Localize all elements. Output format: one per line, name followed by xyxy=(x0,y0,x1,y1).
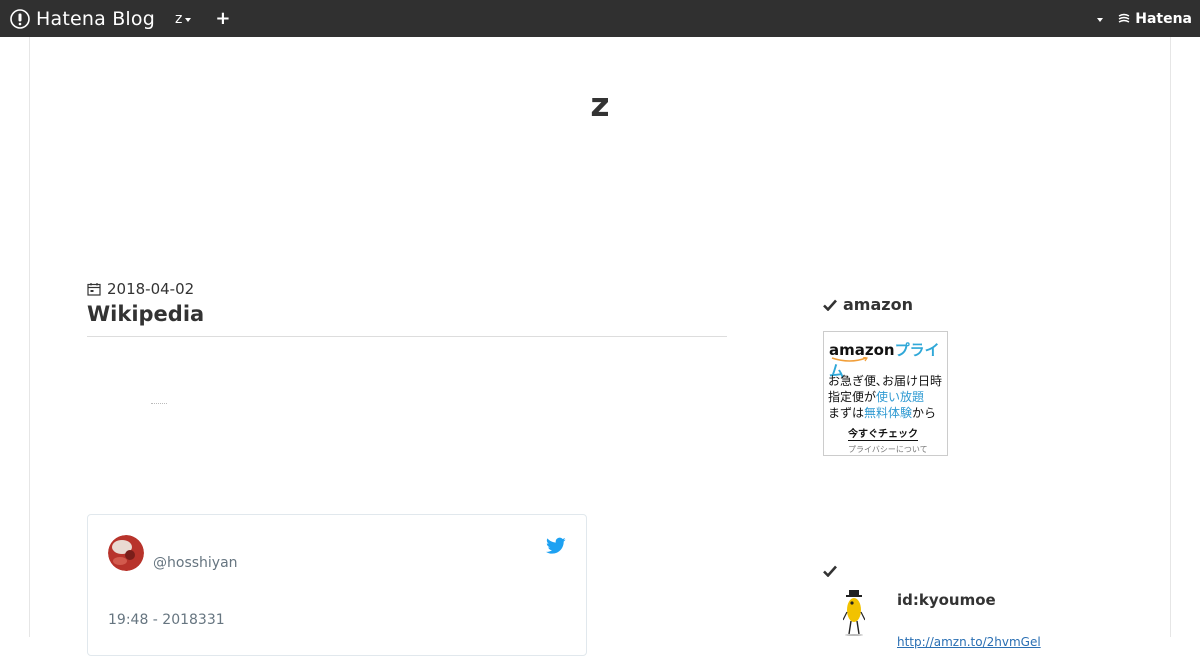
entry-date-text: 2018-04-02 xyxy=(107,280,195,298)
profile-link[interactable]: http://amzn.to/2hvmGel xyxy=(897,635,1041,649)
blog-selector[interactable]: z xyxy=(175,10,192,27)
global-header: Hatena Blog z + Hatena xyxy=(0,0,1200,37)
hatena-blog-logo-text: Hatena Blog xyxy=(36,7,155,30)
sidebar-module-title-amazon: amazon xyxy=(823,295,1123,314)
blog-selector-label: z xyxy=(175,10,183,27)
hatena-blog-logo[interactable]: Hatena Blog xyxy=(10,8,155,30)
avatar-image xyxy=(108,535,144,571)
amazon-prime-ad[interactable]: amazonプライム お急ぎ便､お届け日時 指定便が使い放題 まずは無料体験から… xyxy=(823,331,948,456)
entry: 2018-04-02 Wikipedia xyxy=(87,280,727,404)
ad-line-2-b: 使い放題 xyxy=(876,390,925,404)
hatena-logo-icon xyxy=(1118,13,1130,23)
check-icon xyxy=(823,299,837,311)
hatena-blog-logo-icon xyxy=(10,8,30,29)
twitter-bird-icon[interactable] xyxy=(546,537,566,555)
ad-line-3: まずは無料体験から xyxy=(828,404,936,421)
profile-mascot-image[interactable] xyxy=(843,590,865,636)
entry-date[interactable]: 2018-04-02 xyxy=(87,280,727,298)
avatar[interactable] xyxy=(108,535,144,571)
page-container: z 2018-04-02 Wikipedia @hosshiyan 19:48 … xyxy=(29,37,1171,656)
amazon-smile-icon xyxy=(831,357,868,362)
dotted-link-underline[interactable] xyxy=(151,403,167,404)
ad-line-3-c: から xyxy=(912,406,937,420)
ad-line-3-b: 無料体験 xyxy=(864,406,913,420)
profile-id[interactable]: id:kyoumoe xyxy=(897,591,996,609)
sidebar-module-title-text: amazon xyxy=(843,295,913,314)
ad-line-3-a: まずは xyxy=(828,406,865,420)
embedded-tweet[interactable]: @hosshiyan 19:48 - 2018331 xyxy=(87,514,587,656)
header-left: Hatena Blog z + xyxy=(10,0,230,37)
check-icon xyxy=(823,565,837,578)
ad-line-2: 指定便が使い放題 xyxy=(828,388,924,405)
add-entry-button[interactable]: + xyxy=(215,9,230,28)
ad-privacy-link[interactable]: プライバシーについて xyxy=(848,444,928,455)
header-right: Hatena xyxy=(1097,0,1192,37)
chevron-down-icon xyxy=(185,17,192,22)
ad-line-1: お急ぎ便､お届け日時 xyxy=(828,374,943,388)
user-menu-chevron-icon[interactable] xyxy=(1097,17,1104,22)
ad-line-2-a: 指定便が xyxy=(828,390,877,404)
ad-cta-link[interactable]: 今すぐチェック xyxy=(848,425,918,441)
calendar-icon xyxy=(87,283,101,296)
hatena-link-label: Hatena xyxy=(1135,10,1192,27)
tweet-handle[interactable]: @hosshiyan xyxy=(153,555,238,571)
tweet-timestamp[interactable]: 19:48 - 2018331 xyxy=(108,612,225,628)
entry-title[interactable]: Wikipedia xyxy=(87,302,727,326)
hatena-link[interactable]: Hatena xyxy=(1117,11,1192,27)
sidebar-module-profile: id:kyoumoe http://amzn.to/2hvmGel xyxy=(823,562,1123,649)
blog-title[interactable]: z xyxy=(30,85,1170,124)
entry-title-divider xyxy=(87,336,727,337)
sidebar: amazon amazonプライム お急ぎ便､お届け日時 指定便が使い放題 まず… xyxy=(823,295,1123,649)
